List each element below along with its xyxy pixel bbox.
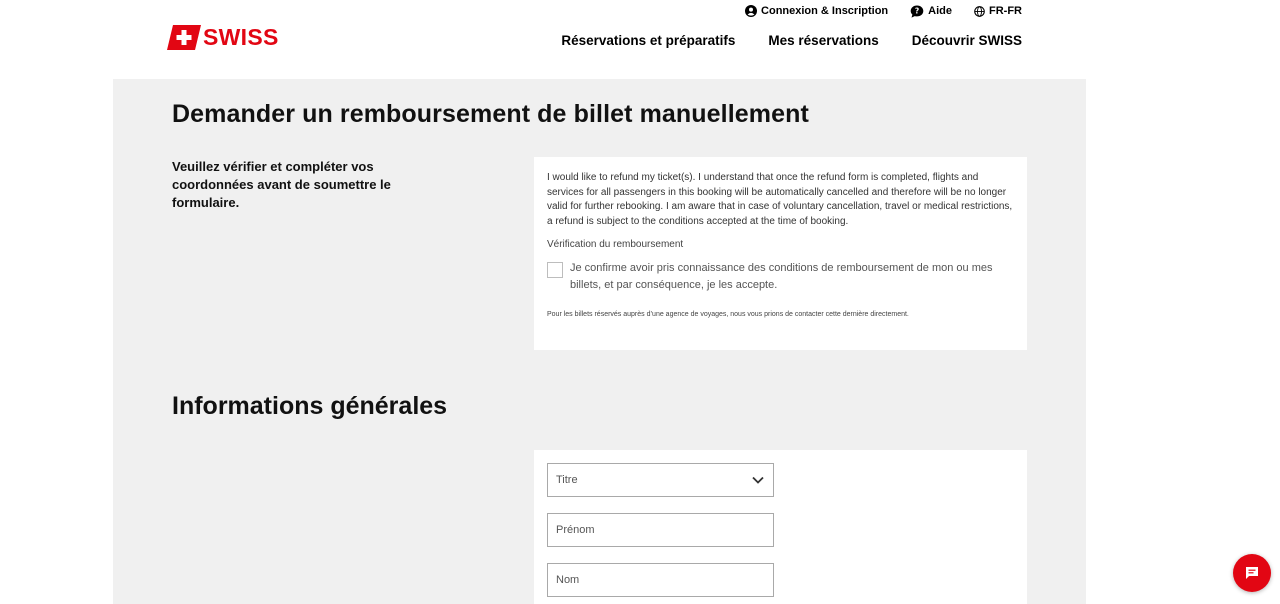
- main-content: Demander un remboursement de billet manu…: [113, 79, 1086, 604]
- language-selector[interactable]: FR-FR: [974, 5, 1022, 17]
- brand-name: SWISS: [203, 24, 279, 50]
- refund-confirm-checkbox[interactable]: [547, 262, 563, 279]
- language-label: FR-FR: [989, 5, 1022, 17]
- last-name-field[interactable]: [547, 563, 774, 597]
- form-intro-text: Veuillez vérifier et compléter vos coord…: [172, 159, 391, 210]
- title-select-value: Titre: [556, 474, 578, 486]
- first-name-input[interactable]: [548, 514, 773, 546]
- help-link[interactable]: ? Aide: [910, 5, 952, 18]
- login-signup-label: Connexion & Inscription: [761, 5, 889, 17]
- svg-text:?: ?: [915, 6, 919, 15]
- globe-icon: [974, 5, 985, 17]
- refund-conditions-card: I would like to refund my ticket(s). I u…: [534, 157, 1027, 350]
- help-label: Aide: [928, 5, 952, 17]
- main-nav: Réservations et préparatifs Mes réservat…: [561, 33, 1022, 48]
- nav-mes-reservations[interactable]: Mes réservations: [768, 33, 878, 48]
- refund-disclaimer-text: I would like to refund my ticket(s). I u…: [547, 172, 1013, 227]
- general-info-title: Informations générales: [172, 392, 448, 420]
- general-info-card: Titre: [534, 450, 1027, 604]
- help-chat-icon: ?: [910, 5, 924, 18]
- utility-nav: Connexion & Inscription ? Aide FR-FR: [745, 3, 1022, 19]
- refund-confirm-row: Je confirme avoir pris connaissance des …: [547, 260, 1013, 294]
- user-icon: [745, 5, 758, 17]
- login-signup-link[interactable]: Connexion & Inscription: [745, 5, 888, 17]
- swiss-cross-flag-icon: [167, 25, 201, 50]
- travel-agency-note: Pour les billets réservés auprès d’une a…: [547, 311, 909, 319]
- first-name-field[interactable]: [547, 513, 774, 547]
- last-name-input[interactable]: [548, 564, 773, 596]
- chat-button[interactable]: [1233, 554, 1271, 592]
- nav-decouvrir-swiss[interactable]: Découvrir SWISS: [912, 33, 1022, 48]
- refund-confirm-label[interactable]: Je confirme avoir pris connaissance des …: [570, 260, 1000, 294]
- chat-message-icon: [1246, 567, 1258, 579]
- title-select[interactable]: Titre: [547, 463, 774, 497]
- refund-verification-label: Vérification du remboursement: [547, 239, 684, 251]
- nav-reservations-preparatifs[interactable]: Réservations et préparatifs: [561, 33, 735, 48]
- site-header: SWISS Connexion & Inscription ? Aide FR-…: [0, 0, 1280, 79]
- page-title: Demander un remboursement de billet manu…: [172, 100, 809, 128]
- swiss-logo[interactable]: SWISS: [167, 25, 279, 50]
- chevron-down-icon: [752, 476, 764, 484]
